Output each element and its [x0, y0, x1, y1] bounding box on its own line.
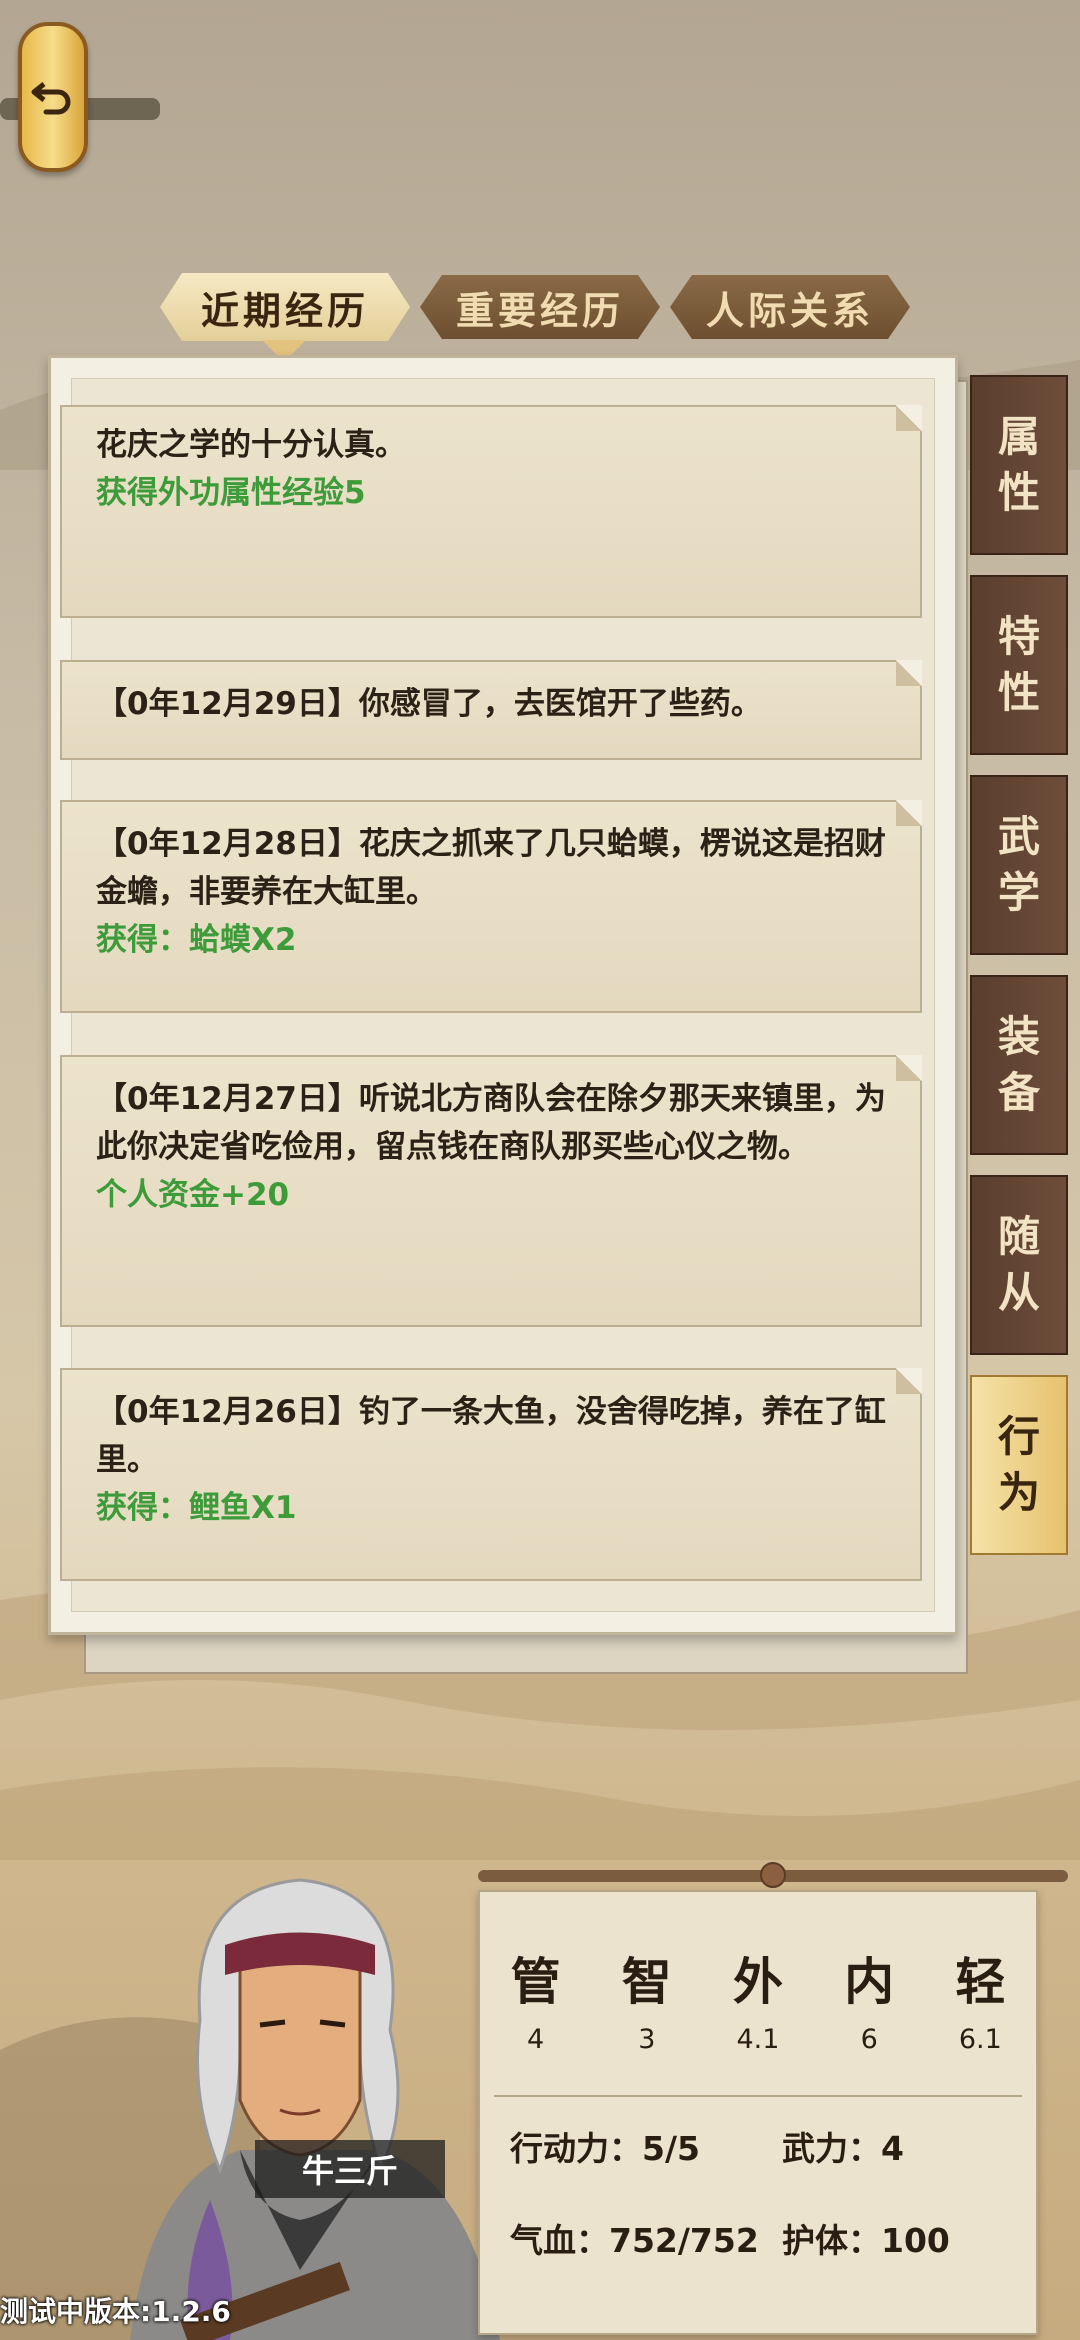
tab-recent-experiences[interactable]: 近期经历	[160, 273, 410, 341]
stat-name: 轻	[955, 1952, 1006, 2011]
side-tab-char: 装	[997, 1012, 1040, 1061]
stat-value: 4	[527, 2024, 545, 2055]
tab-relationships[interactable]: 人际关系	[670, 275, 910, 339]
stat-name: 内	[844, 1952, 895, 2011]
log-entry: 【0年12月27日】听说北方商队会在除夕那天来镇里，为此你决定省吃俭用，留点钱在…	[60, 1055, 922, 1327]
entry-text: 【0年12月29日】你感冒了，去医馆开了些药。	[96, 686, 762, 722]
character-portrait	[130, 1878, 500, 2340]
entry-reward: 获得外功属性经验5	[96, 475, 366, 511]
entry-text: 花庆之学的十分认真。	[96, 427, 406, 463]
side-tab-traits[interactable]: 特 性	[970, 575, 1068, 755]
stat-column: 内 6	[819, 1942, 919, 2055]
entry-text: 【0年12月28日】花庆之抓来了几只蛤蟆，楞说这是招财金蟾，非要养在大缸里。	[96, 826, 886, 910]
side-tab-char: 性	[997, 468, 1040, 517]
stat-name: 管	[510, 1952, 561, 2011]
side-tab-followers[interactable]: 随 从	[970, 1175, 1068, 1355]
hp: 气血：752/752	[510, 2221, 759, 2260]
side-tab-char: 特	[997, 612, 1040, 661]
character-name: 牛三斤	[255, 2140, 445, 2198]
entry-reward: 获得：鲤鱼X1	[96, 1490, 297, 1526]
side-tab-martial-arts[interactable]: 武 学	[970, 775, 1068, 955]
top-tab-bar: 近期经历 重要经历 人际关系	[160, 275, 920, 343]
entry-reward: 获得：蛤蟆X2	[96, 922, 297, 958]
side-tab-char: 武	[997, 812, 1040, 861]
side-tab-char: 属	[997, 412, 1040, 461]
back-arrow-icon	[31, 82, 71, 115]
stat-column: 智 3	[597, 1942, 697, 2055]
stat-columns: 管 4 智 3 外 4.1 内 6 轻 6.1	[480, 1942, 1036, 2055]
stat-value: 6	[860, 2024, 878, 2055]
stat-column: 外 4.1	[708, 1942, 808, 2055]
guard: 护体：100	[782, 2221, 950, 2260]
scroll-pin-icon	[760, 1862, 786, 1888]
side-tab-char: 随	[997, 1212, 1040, 1261]
entry-reward: 个人资金+20	[96, 1177, 290, 1213]
side-tab-char: 性	[997, 668, 1040, 717]
side-tab-behavior[interactable]: 行 为	[970, 1375, 1068, 1555]
back-button[interactable]	[18, 22, 88, 172]
stat-name: 外	[732, 1952, 783, 2011]
side-tab-attributes[interactable]: 属 性	[970, 375, 1068, 555]
log-entry: 花庆之学的十分认真。 获得外功属性经验5	[60, 405, 922, 618]
action-power: 行动力：5/5	[510, 2129, 700, 2168]
stat-value: 3	[638, 2024, 656, 2055]
version-label: 测试中版本:1.2.6	[0, 2295, 231, 2328]
side-tab-char: 从	[997, 1268, 1040, 1317]
stats-card[interactable]: 管 4 智 3 外 4.1 内 6 轻 6.1 行动力：5/5 武力：4 气血：…	[478, 1890, 1038, 2335]
side-tab-char: 备	[997, 1068, 1040, 1117]
stat-name: 智	[621, 1952, 672, 2011]
log-entry: 【0年12月26日】钓了一条大鱼，没舍得吃掉，养在了缸里。 获得：鲤鱼X1	[60, 1368, 922, 1581]
stat-value: 4.1	[736, 2024, 780, 2055]
stat-column: 轻 6.1	[930, 1942, 1030, 2055]
entry-text: 【0年12月27日】听说北方商队会在除夕那天来镇里，为此你决定省吃俭用，留点钱在…	[96, 1081, 886, 1165]
side-tab-char: 行	[997, 1412, 1040, 1461]
side-tab-char: 学	[997, 868, 1040, 917]
side-tab-char: 为	[997, 1468, 1040, 1517]
log-entry: 【0年12月29日】你感冒了，去医馆开了些药。	[60, 660, 922, 760]
stat-value: 6.1	[958, 2024, 1002, 2055]
stats-divider	[494, 2095, 1022, 2097]
stat-column: 管 4	[486, 1942, 586, 2055]
entry-text: 【0年12月26日】钓了一条大鱼，没舍得吃掉，养在了缸里。	[96, 1394, 886, 1478]
log-entry: 【0年12月28日】花庆之抓来了几只蛤蟆，楞说这是招财金蟾，非要养在大缸里。 获…	[60, 800, 922, 1013]
martial-power: 武力：4	[782, 2129, 904, 2168]
tab-important-experiences[interactable]: 重要经历	[420, 275, 660, 339]
side-tab-equipment[interactable]: 装 备	[970, 975, 1068, 1155]
